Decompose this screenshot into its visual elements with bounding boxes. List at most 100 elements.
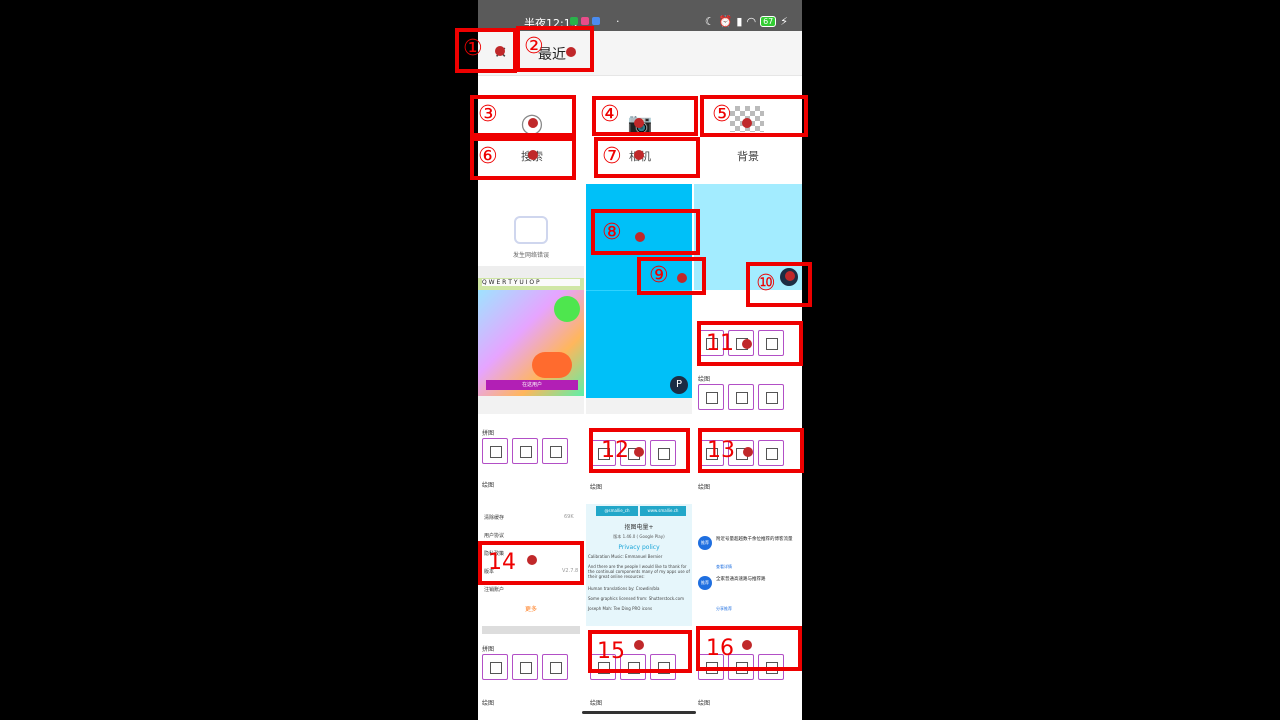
annotation-dot-14	[527, 555, 537, 565]
annotation-dot-13	[743, 447, 753, 457]
image-tile-keyboard-promo[interactable]: Q W E R T Y U I O P 在这用户	[478, 266, 584, 396]
system-icons: ☾ ⏰ ▮ ◠ 67 ⚡	[705, 15, 788, 28]
image-tile-panel-1[interactable]: 拼图 绘图	[478, 396, 584, 504]
annotation-dot-9	[677, 273, 687, 283]
annotation-label-7: ⑦	[602, 144, 622, 169]
annotation-dot-7	[634, 150, 644, 160]
pdf-app-icon: P	[670, 376, 688, 394]
news-avatar-1: 推荐	[698, 536, 712, 550]
news-headline-1: 附近号量超越数千余位推荐的博客流量	[716, 537, 793, 542]
panel-section-draw: 绘图	[590, 700, 603, 707]
panel-strip	[478, 396, 584, 414]
annotation-dot-8	[635, 232, 645, 242]
privacy-policy-link: Privacy policy	[618, 544, 660, 551]
free-collage-button[interactable]	[512, 438, 538, 464]
panel-buttons	[482, 654, 568, 680]
settings-user-agreement: 用户协议	[484, 533, 505, 539]
annotation-label-3: ③	[478, 102, 498, 127]
keyboard-toolbar	[478, 266, 584, 278]
border-button[interactable]	[542, 654, 568, 680]
smiley-sticker-icon	[554, 296, 580, 322]
document-button[interactable]	[758, 384, 784, 410]
image-tile-news[interactable]: 推荐 附近号量超越数千余位推荐的博客流量 查看详情 推荐 全家普通高速路与推荐路…	[694, 506, 802, 628]
annotation-dot-6	[528, 150, 538, 160]
annotation-dot-11	[742, 339, 752, 349]
image-tile-panel-4[interactable]: 拼图 绘图	[478, 626, 584, 712]
annotation-label-15: 15	[597, 639, 625, 664]
background-option[interactable]: 背景	[698, 148, 798, 164]
social-link-2: www.smallie.ch	[640, 506, 686, 516]
news-link-2: 分享推荐	[716, 606, 732, 611]
annotation-dot-3	[528, 118, 538, 128]
annotation-label-5: ⑤	[712, 102, 732, 127]
annotation-box-9	[637, 257, 706, 295]
layout-button[interactable]	[482, 438, 508, 464]
annotation-dot-15	[634, 640, 644, 650]
panel-buttons-secondary	[698, 384, 784, 410]
moon-icon: ☾	[704, 15, 715, 28]
wechat-icon	[570, 17, 578, 25]
broken-image-icon	[514, 216, 548, 244]
settings-clear-cache: 清除缓存	[484, 515, 505, 521]
draw-button[interactable]	[698, 384, 724, 410]
wifi-icon: ◠	[746, 15, 757, 28]
about-graphics: Some graphics licensed from: Shutterstoc…	[588, 596, 684, 601]
signal-icon: ▮	[736, 15, 743, 28]
about-credits-title: Calibration Music: Emmanuel Bernier	[588, 554, 663, 559]
panel-section-draw: 绘图	[590, 484, 603, 491]
annotation-label-16: 16	[706, 636, 734, 661]
panel-section-collage: 拼图	[482, 430, 495, 437]
annotation-label-14: 14	[488, 550, 516, 575]
annotation-dot-12	[634, 447, 644, 457]
about-app-title: 抠图电量+	[624, 524, 654, 531]
alarm-icon: ⏰	[718, 15, 733, 28]
network-error-text: 发生网络错误	[512, 252, 549, 259]
image-tile-about[interactable]: @smallie_ch www.smallie.ch 抠图电量+ 版本 1.46…	[586, 504, 692, 626]
annotation-label-10: ⑩	[756, 271, 776, 296]
annotation-label-2: ②	[524, 34, 544, 59]
annotation-dot-5	[742, 118, 752, 128]
news-avatar-2: 推荐	[698, 576, 712, 590]
photo-app-icon	[592, 17, 600, 25]
annotation-label-6: ⑥	[478, 144, 498, 169]
panel-strip	[482, 626, 580, 634]
panel-strip	[586, 398, 692, 414]
settings-delete-account: 注销账户	[484, 587, 505, 593]
annotation-dot-10	[785, 271, 795, 281]
promo-button[interactable]: 在这用户	[486, 380, 578, 390]
panel-section-draw: 绘图	[698, 484, 711, 491]
about-version: 版本 1.46.0 ( Google Play)	[613, 534, 665, 539]
panel-section-draw: 绘图	[482, 700, 495, 707]
about-translations: Human translations by: Crowdin/bla	[588, 586, 660, 591]
settings-more-link: 更多	[524, 606, 537, 613]
news-link-1: 查看详情	[716, 564, 732, 569]
annotation-label-9: ⑨	[649, 263, 669, 288]
home-indicator	[582, 711, 696, 714]
social-link-1: @smallie_ch	[596, 506, 638, 516]
free-collage-button[interactable]	[512, 654, 538, 680]
panel-section-draw: 绘图	[482, 482, 495, 489]
battery-icon: 67	[760, 16, 777, 27]
panel-section-collage: 拼图	[482, 646, 495, 653]
annotation-dot-16	[742, 640, 752, 650]
annotation-dot-1	[495, 46, 505, 56]
annotation-label-4: ④	[600, 102, 620, 127]
about-credits-body: And there are the people I would like to…	[588, 564, 690, 579]
app-notification-icon	[581, 17, 589, 25]
image-button[interactable]	[728, 384, 754, 410]
keyboard-row: Q W E R T Y U I O P	[482, 279, 580, 286]
annotation-label-13: 13	[707, 438, 735, 463]
panel-section-draw: 绘图	[698, 376, 711, 383]
notification-icons	[570, 17, 600, 25]
image-tile-error[interactable]: 发生网络错误	[478, 184, 584, 266]
panel-buttons	[482, 438, 568, 464]
annotation-label-11: 11	[706, 331, 734, 356]
annotation-label-12: 12	[601, 438, 629, 463]
layout-button[interactable]	[482, 654, 508, 680]
news-headline-2: 全家普通高速路与推荐路	[716, 577, 766, 582]
settings-cache-value: 69K	[564, 514, 574, 520]
border-button[interactable]	[542, 438, 568, 464]
about-joseph: Joseph Mah: Tee Ding PRO icons	[588, 606, 653, 611]
panel-section-draw: 绘图	[698, 700, 711, 707]
more-notifications-dot: ·	[616, 15, 620, 28]
